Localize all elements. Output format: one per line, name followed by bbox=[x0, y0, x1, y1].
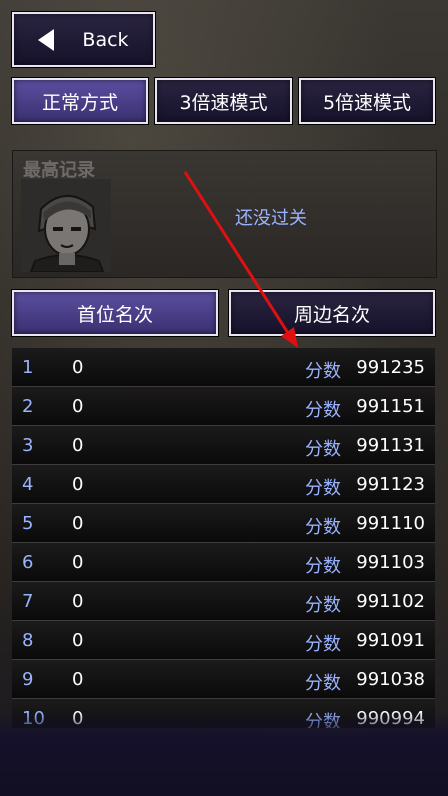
red-arrow-annotation bbox=[183, 171, 298, 348]
